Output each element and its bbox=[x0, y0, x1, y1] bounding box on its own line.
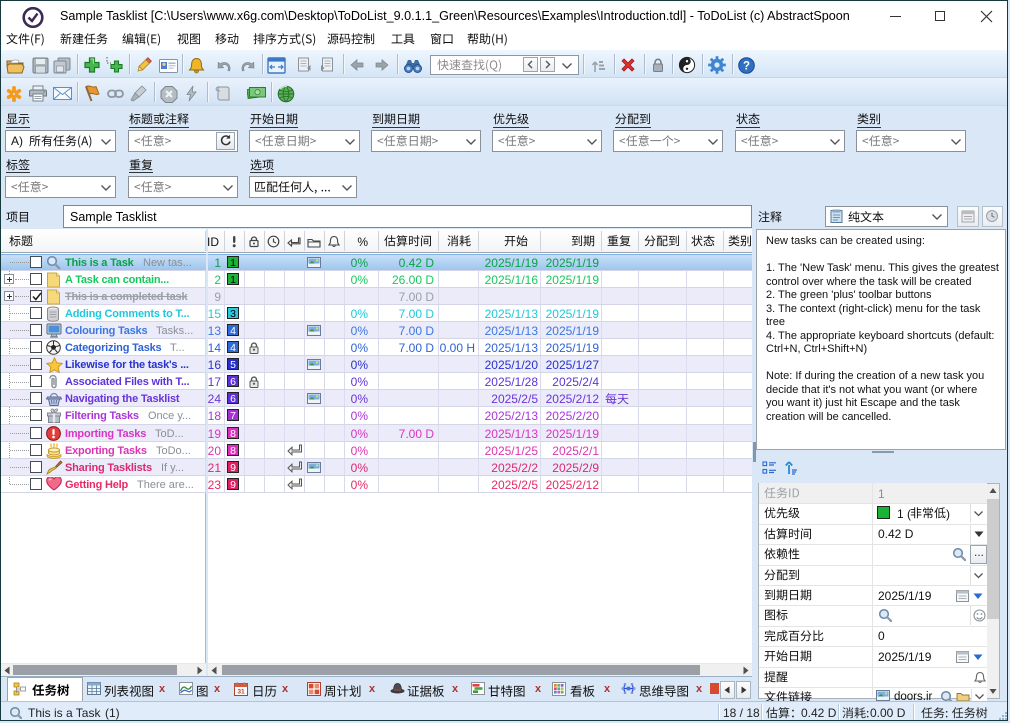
svg-text:?: ? bbox=[743, 61, 750, 73]
svg-text:31: 31 bbox=[237, 689, 245, 696]
